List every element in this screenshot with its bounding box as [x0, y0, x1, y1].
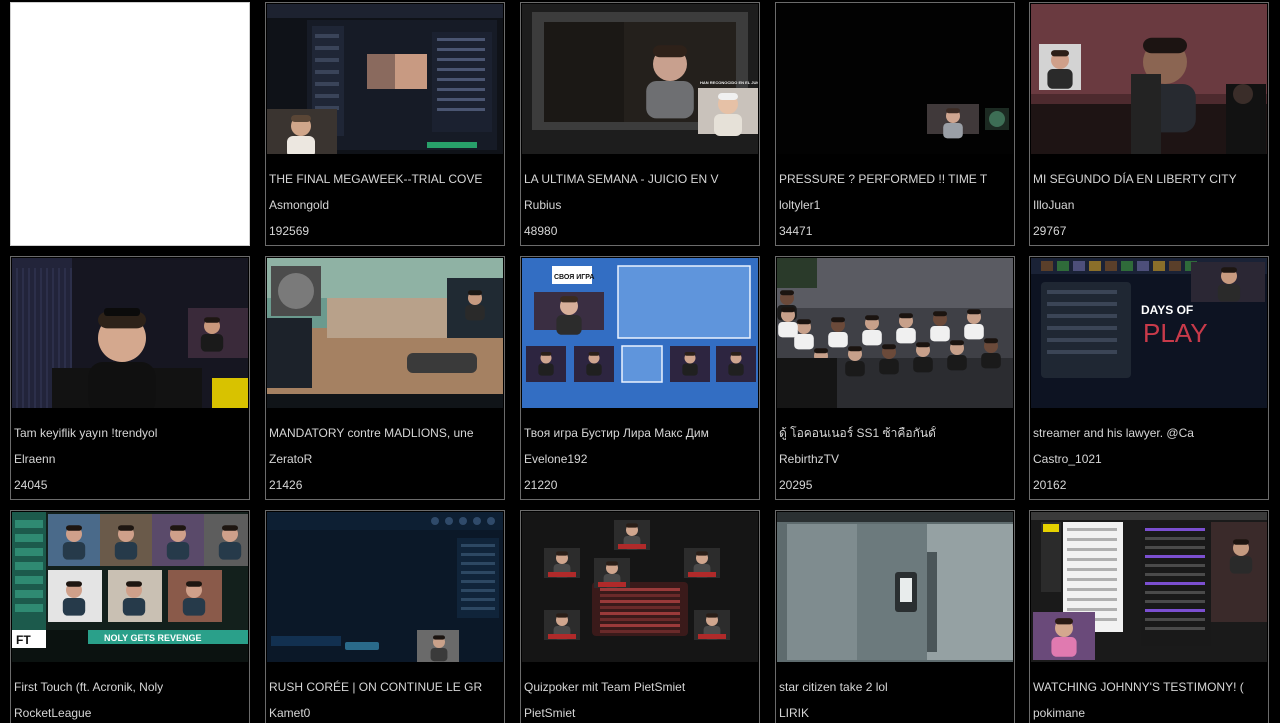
stream-thumbnail[interactable] [777, 512, 1013, 662]
svg-text:СВОЯ ИГРА: СВОЯ ИГРА [554, 274, 594, 281]
stream-channel-name[interactable]: RebirthzTV [779, 452, 1010, 466]
stream-thumbnail[interactable] [1031, 4, 1267, 154]
thumbnail-image [777, 512, 1013, 662]
stream-card[interactable]: ดู้ โอคอนเนอร์ SS1 ซ้าคือกันดั้ RebirthzT… [775, 256, 1015, 500]
stream-channel-name[interactable]: Evelone192 [524, 452, 755, 466]
stream-title: PRESSURE ? PERFORMED !! TIME T [779, 172, 988, 186]
thumbnail-image: DAYS OFPLAY [1031, 258, 1267, 408]
stream-channel-name[interactable]: Asmongold [269, 198, 500, 212]
thumbnail-image [267, 258, 503, 408]
stream-card[interactable]: DAYS OF PLAY streamer and his lawyer. @Ca C… [1029, 256, 1269, 500]
stream-title: THE FINAL MEGAWEEK--TRIAL COVE [269, 172, 483, 186]
stream-thumbnail[interactable] [777, 258, 1013, 408]
stream-thumbnail[interactable] [267, 258, 503, 408]
stream-card[interactable]: MI SEGUNDO DÍA EN LIBERTY CITY IlloJuan 29… [1029, 2, 1269, 246]
stream-channel-name[interactable]: Castro_1021 [1033, 452, 1264, 466]
stream-title: streamer and his lawyer. @Ca [1033, 426, 1194, 440]
stream-card[interactable]: MANDATORY contre MADLIONS, une ZeratoR 214… [265, 256, 505, 500]
stream-title: LA ULTIMA SEMANA - JUICIO EN V [524, 172, 719, 186]
stream-title: First Touch (ft. Acronik, Noly [14, 680, 164, 694]
stream-title: star citizen take 2 lol [779, 680, 888, 694]
thumbnail-image: HAN RECONOCIDO EN EL JUICIO [522, 4, 758, 154]
stream-title: MANDATORY contre MADLIONS, une [269, 426, 474, 440]
stream-card[interactable]: RUSH CORÉE | ON CONTINUE LE GR Kamet0 [265, 510, 505, 723]
thumbnail-image [777, 258, 1013, 408]
stream-card[interactable]: star citizen take 2 lol LIRIK [775, 510, 1015, 723]
stream-channel-name[interactable]: Kamet0 [269, 706, 500, 720]
stream-title: Твоя игра Бустир Лира Макс Дим [524, 426, 709, 440]
stream-title: Tam keyiflik yayın !trendyol [14, 426, 158, 440]
thumbnail-image: СВОЯ ИГРА [522, 258, 758, 408]
stream-card[interactable]: THE FINAL MEGAWEEK--TRIAL COVE Asmongold 1… [265, 2, 505, 246]
thumbnail-image [267, 512, 503, 662]
stream-card[interactable]: Quizpoker mit Team PietSmiet PietSmiet [520, 510, 760, 723]
stream-viewer-count: 24045 [14, 478, 48, 492]
thumbnail-image [1031, 512, 1267, 662]
stream-viewer-count: 29767 [1033, 224, 1067, 238]
stream-card-placeholder[interactable] [10, 2, 250, 246]
stream-title: RUSH CORÉE | ON CONTINUE LE GR [269, 680, 483, 694]
stream-channel-name[interactable]: IlloJuan [1033, 198, 1264, 212]
stream-thumbnail[interactable]: DAYS OF PLAY [1031, 258, 1267, 408]
stream-viewer-count: 192569 [269, 224, 310, 238]
svg-text:DAYS OF: DAYS OF [1141, 303, 1193, 317]
stream-thumbnail[interactable] [1031, 512, 1267, 662]
svg-text:NOLY GETS REVENGE: NOLY GETS REVENGE [104, 633, 202, 643]
thumbnail-image [267, 4, 503, 154]
stream-card[interactable]: HAN RECONOCIDO EN EL JUICIO LA ULTIMA SEM… [520, 2, 760, 246]
stream-viewer-count: 48980 [524, 224, 558, 238]
stream-thumbnail[interactable] [777, 4, 1013, 154]
stream-title: WATCHING JOHNNY'S TESTIMONY! ( [1033, 680, 1244, 694]
stream-channel-name[interactable]: LIRIK [779, 706, 1010, 720]
stream-channel-name[interactable]: RocketLeague [14, 706, 245, 720]
stream-title: Quizpoker mit Team PietSmiet [524, 680, 686, 694]
thumbnail-image [1031, 4, 1267, 154]
stream-thumbnail[interactable]: FT NOLY GETS REVENGE [12, 512, 248, 662]
thumbnail-image [522, 512, 758, 662]
stream-viewer-count: 34471 [779, 224, 813, 238]
stream-card[interactable]: Tam keyiflik yayın !trendyol Elraenn 24045 [10, 256, 250, 500]
stream-channel-name[interactable]: Elraenn [14, 452, 245, 466]
stream-viewer-count: 21220 [524, 478, 558, 492]
stream-channel-name[interactable]: loltyler1 [779, 198, 1010, 212]
stream-viewer-count: 20162 [1033, 478, 1067, 492]
thumbnail-image [777, 4, 1013, 154]
stream-thumbnail[interactable] [267, 512, 503, 662]
stream-channel-name[interactable]: ZeratoR [269, 452, 500, 466]
stream-card[interactable]: PRESSURE ? PERFORMED !! TIME T loltyler1 3… [775, 2, 1015, 246]
stream-channel-name[interactable]: PietSmiet [524, 706, 755, 720]
svg-text:FT: FT [16, 633, 31, 647]
stream-title: ดู้ โอคอนเนอร์ SS1 ซ้าคือกันดั้ [779, 426, 936, 440]
svg-text:PLAY: PLAY [1143, 318, 1208, 348]
stream-channel-name[interactable]: Rubius [524, 198, 755, 212]
stream-card[interactable]: СВОЯ ИГРА Твоя игра Бустир Лира Макс Дим E… [520, 256, 760, 500]
stream-viewer-count: 21426 [269, 478, 303, 492]
stream-card[interactable]: WATCHING JOHNNY'S TESTIMONY! ( pokimane [1029, 510, 1269, 723]
stream-title: MI SEGUNDO DÍA EN LIBERTY CITY [1033, 172, 1237, 186]
thumbnail-image: FT NOLY GETS REVENGE [12, 512, 248, 662]
stream-viewer-count: 20295 [779, 478, 813, 492]
stream-thumbnail[interactable] [267, 4, 503, 154]
stream-grid: THE FINAL MEGAWEEK--TRIAL COVE Asmongold 1… [0, 0, 1280, 723]
stream-thumbnail[interactable]: СВОЯ ИГРА [522, 258, 758, 408]
stream-thumbnail[interactable] [12, 258, 248, 408]
stream-channel-name[interactable]: pokimane [1033, 706, 1264, 720]
stream-thumbnail[interactable]: HAN RECONOCIDO EN EL JUICIO [522, 4, 758, 154]
stream-card[interactable]: FT NOLY GETS REVENGE First Touch (ft. Acro… [10, 510, 250, 723]
stream-thumbnail[interactable] [522, 512, 758, 662]
thumbnail-image [12, 258, 248, 408]
svg-text:HAN RECONOCIDO EN EL JUICIO: HAN RECONOCIDO EN EL JUICIO [700, 80, 758, 85]
